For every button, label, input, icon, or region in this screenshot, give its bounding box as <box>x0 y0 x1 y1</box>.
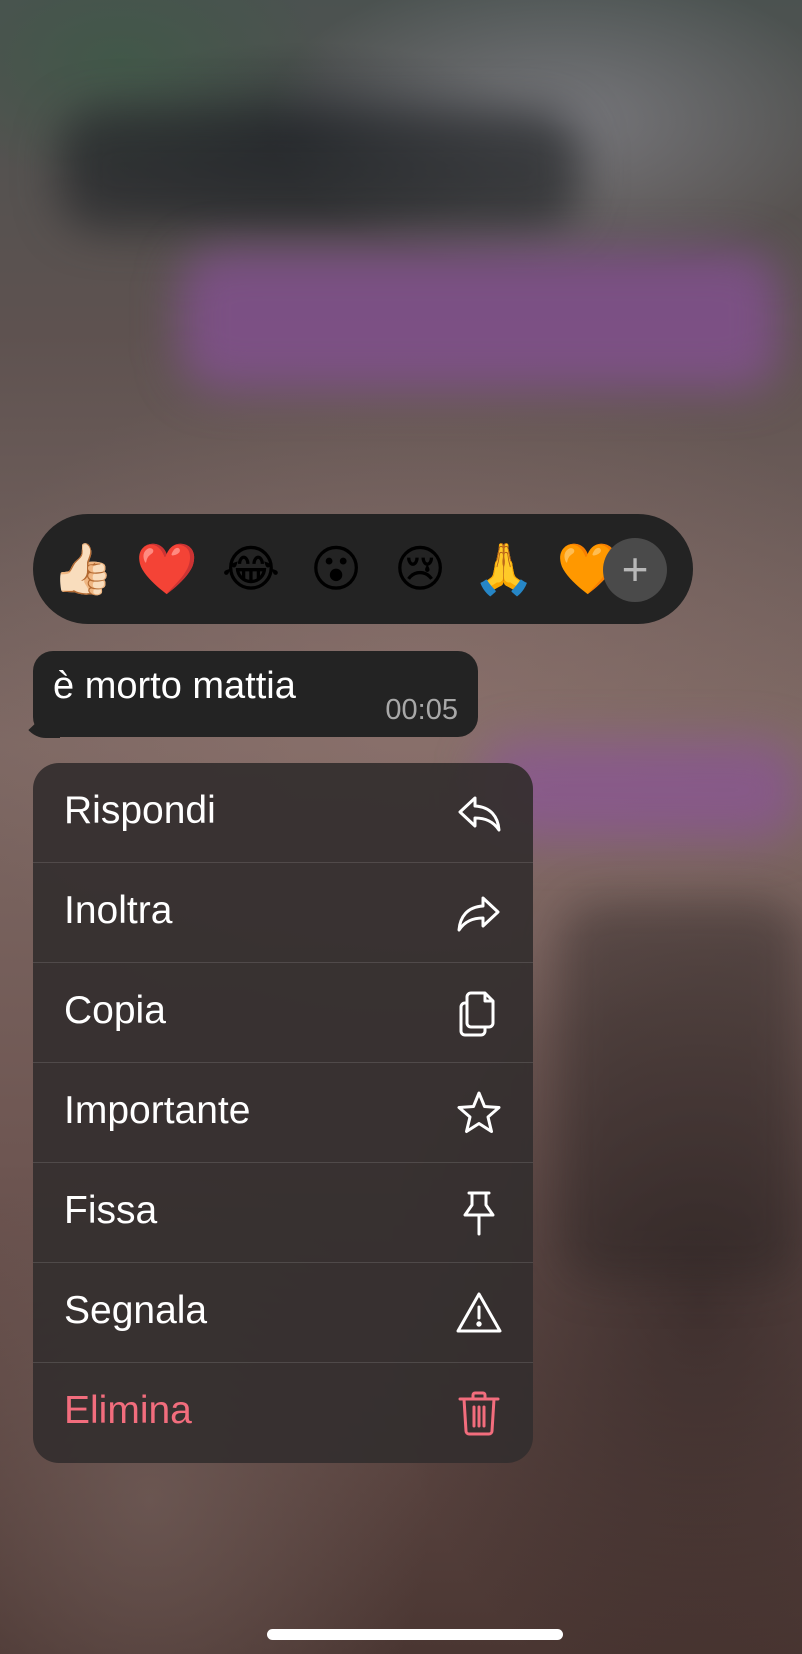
message-text: è morto mattia <box>53 665 296 707</box>
message-bubble[interactable]: è morto mattia 00:05 <box>33 651 478 737</box>
forward-icon <box>455 889 503 937</box>
reaction-surprised[interactable]: 😮 <box>303 536 369 602</box>
background-blur-shape <box>180 250 780 390</box>
menu-item-label: Rispondi <box>64 789 216 832</box>
home-indicator[interactable] <box>267 1629 563 1640</box>
pin-icon <box>455 1189 503 1237</box>
reaction-red-heart[interactable]: ❤️ <box>134 536 200 602</box>
star-icon <box>455 1089 503 1137</box>
background-blur-shape <box>60 110 580 230</box>
menu-item-inoltra[interactable]: Inoltra <box>33 863 533 963</box>
copy-icon <box>455 989 503 1037</box>
message-timestamp: 00:05 <box>385 694 458 726</box>
reaction-bar: 👍🏻 ❤️ 😂 😮 😢 🙏 🧡 + <box>33 514 693 624</box>
background-blur-shape <box>560 900 800 1280</box>
menu-item-segnala[interactable]: Segnala <box>33 1263 533 1363</box>
reaction-folded-hands[interactable]: 🙏 <box>471 536 537 602</box>
reaction-thumbs-up[interactable]: 👍🏻 <box>50 536 116 602</box>
menu-item-label: Importante <box>64 1089 251 1132</box>
menu-item-fissa[interactable]: Fissa <box>33 1163 533 1263</box>
menu-item-importante[interactable]: Importante <box>33 1063 533 1163</box>
context-menu: Rispondi Inoltra Copia Importante Fissa … <box>33 763 533 1463</box>
menu-item-elimina[interactable]: Elimina <box>33 1363 533 1462</box>
menu-item-copia[interactable]: Copia <box>33 963 533 1063</box>
reply-icon <box>455 789 503 837</box>
warning-icon <box>455 1289 503 1337</box>
menu-item-label: Inoltra <box>64 889 173 932</box>
more-reactions-button[interactable]: + <box>603 538 667 602</box>
menu-item-rispondi[interactable]: Rispondi <box>33 763 533 863</box>
menu-item-label: Fissa <box>64 1189 158 1232</box>
reaction-tears-of-joy[interactable]: 😂 <box>218 536 284 602</box>
menu-item-label: Copia <box>64 989 166 1032</box>
menu-item-label: Elimina <box>64 1389 192 1432</box>
trash-icon <box>455 1389 503 1437</box>
reaction-crying[interactable]: 😢 <box>387 536 453 602</box>
menu-item-label: Segnala <box>64 1289 208 1332</box>
